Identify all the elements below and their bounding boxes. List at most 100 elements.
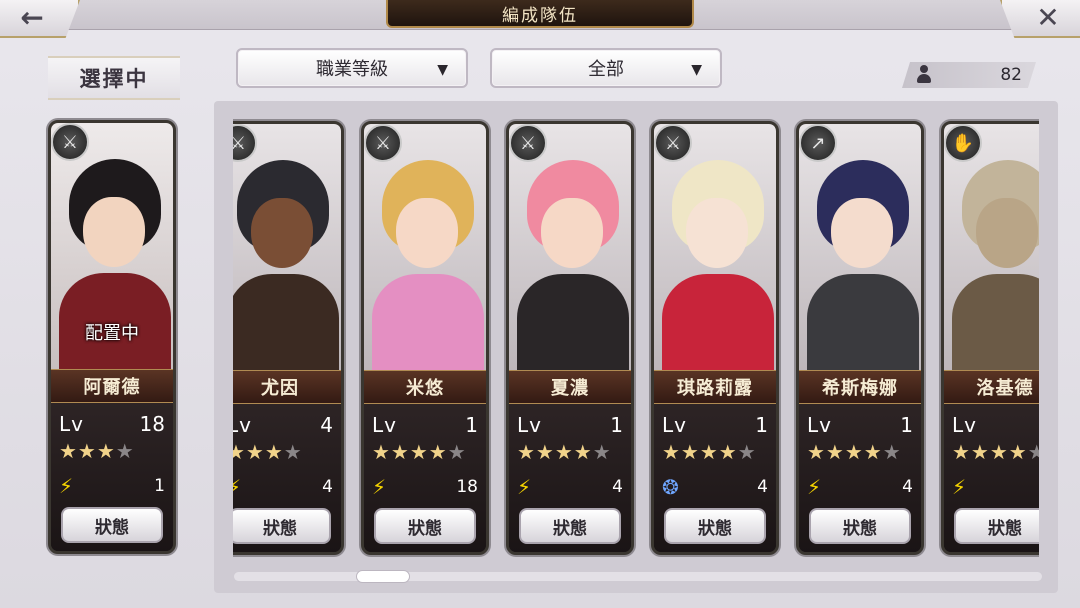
back-button[interactable]: ← — [0, 0, 80, 38]
level-label: Lv — [372, 413, 397, 437]
element-row: ⚡ 1 — [59, 471, 165, 501]
character-portrait — [233, 124, 341, 384]
character-name: 希斯梅娜 — [799, 370, 921, 404]
selected-character-card[interactable]: ⚔ 配置中 阿爾德 Lv 18 ★★★★ ⚡ 1 狀態 — [48, 120, 176, 554]
level-row: Lv 1 — [517, 410, 623, 440]
star-icons-empty: ★ — [1028, 440, 1039, 464]
level-value: 1 — [465, 413, 478, 437]
character-info: Lv 1 ★★★★★ ❂ 4 狀態 — [654, 404, 776, 552]
level-value: 1 — [755, 413, 768, 437]
character-card[interactable]: ⚔ 尤因 Lv 4 ★★★★ ⚡ 4 狀態 — [233, 121, 344, 555]
star-icons-filled: ★★★★ — [517, 440, 593, 464]
character-card[interactable]: ⚔ 琪路莉露 Lv 1 ★★★★★ ❂ 4 狀態 — [651, 121, 779, 555]
unit-count: 82 — [1000, 65, 1022, 85]
element-count: 18 — [456, 477, 478, 497]
element-icon: ⚡ — [372, 475, 387, 499]
element-icon: ⚡ — [59, 474, 74, 498]
status-button[interactable]: 狀態 — [809, 508, 911, 544]
element-row: ❂ 4 — [662, 472, 768, 502]
portrait-body — [233, 274, 339, 384]
character-name: 米悠 — [364, 370, 486, 404]
level-row: Lv 1 — [662, 410, 768, 440]
character-info: Lv 4 ★★★★ ⚡ 4 狀態 — [233, 404, 341, 552]
star-icons-filled: ★★★ — [59, 439, 116, 463]
level-label: Lv — [807, 413, 832, 437]
status-button[interactable]: 狀態 — [374, 508, 476, 544]
portrait-face — [976, 198, 1038, 268]
portrait-body — [952, 274, 1039, 384]
character-info: Lv 1 ★★★★★ ⚡ 4 狀態 — [944, 404, 1039, 552]
class-icon: ⚔ — [364, 124, 402, 162]
element-row: ⚡ 18 — [372, 472, 478, 502]
rarity-stars: ★★★★★ — [372, 440, 467, 464]
element-icon: ⚡ — [807, 475, 822, 499]
star-icons-empty: ★ — [882, 440, 902, 464]
level-row: Lv 1 — [952, 410, 1039, 440]
character-card[interactable]: ✋ 洛基德 Lv 1 ★★★★★ ⚡ 4 狀態 — [941, 121, 1039, 555]
rarity-stars: ★★★★ — [59, 439, 135, 463]
star-icons-filled: ★★★★ — [952, 440, 1028, 464]
level-value: 1 — [900, 413, 913, 437]
element-row: ⚡ 4 — [517, 472, 623, 502]
level-value: 1 — [610, 413, 623, 437]
element-row: ⚡ 4 — [233, 472, 333, 502]
deployed-label: 配置中 — [85, 323, 139, 344]
element-row: ⚡ 4 — [952, 472, 1039, 502]
portrait-face — [396, 198, 458, 268]
rarity-stars: ★★★★★ — [807, 440, 902, 464]
class-icon: ⚔ — [654, 124, 692, 162]
element-row: ⚡ 4 — [807, 472, 913, 502]
scrollbar-thumb[interactable] — [356, 570, 410, 583]
filter-dropdown-label: 全部 — [588, 59, 624, 80]
job-level-dropdown[interactable]: 職業等級 ▼ — [236, 48, 468, 88]
status-button[interactable]: 狀態 — [519, 508, 621, 544]
character-card[interactable]: ↗ 希斯梅娜 Lv 1 ★★★★★ ⚡ 4 狀態 — [796, 121, 924, 555]
level-value: 18 — [139, 412, 165, 436]
star-icons-empty: ★ — [447, 440, 467, 464]
portrait-body — [807, 274, 919, 384]
class-icon: ⚔ — [51, 123, 89, 161]
character-name: 洛基德 — [944, 370, 1039, 404]
level-label: Lv — [233, 413, 252, 437]
close-button[interactable]: ✕ — [1000, 0, 1080, 38]
portrait-face — [83, 197, 145, 267]
rarity-stars: ★★★★★ — [517, 440, 612, 464]
character-name: 夏濃 — [509, 370, 631, 404]
character-portrait — [944, 124, 1039, 384]
character-info: Lv 1 ★★★★★ ⚡ 4 狀態 — [799, 404, 921, 552]
character-info: Lv 18 ★★★★ ⚡ 1 狀態 — [51, 403, 173, 551]
level-label: Lv — [952, 413, 977, 437]
class-icon: ↗ — [799, 124, 837, 162]
star-icons-empty: ★ — [115, 439, 135, 463]
portrait-body — [517, 274, 629, 384]
status-button[interactable]: 狀態 — [61, 507, 163, 543]
character-card[interactable]: ⚔ 米悠 Lv 1 ★★★★★ ⚡ 18 狀態 — [361, 121, 489, 555]
character-name: 尤因 — [233, 370, 341, 404]
level-value: 4 — [320, 413, 333, 437]
character-card[interactable]: ⚔ 夏濃 Lv 1 ★★★★★ ⚡ 4 狀態 — [506, 121, 634, 555]
back-arrow-icon: ← — [20, 1, 44, 34]
screen-title: 編成隊伍 — [386, 0, 694, 28]
filter-dropdown[interactable]: 全部 ▼ — [490, 48, 722, 88]
element-icon: ❂ — [662, 475, 679, 499]
status-button[interactable]: 狀態 — [233, 508, 331, 544]
chevron-down-icon: ▼ — [437, 62, 448, 78]
portrait-face — [251, 198, 313, 268]
portrait-body — [372, 274, 484, 384]
level-row: Lv 18 — [59, 409, 165, 439]
person-icon — [916, 65, 932, 85]
level-label: Lv — [59, 412, 84, 436]
star-icons-empty: ★ — [592, 440, 612, 464]
level-label: Lv — [662, 413, 687, 437]
level-row: Lv 4 — [233, 410, 333, 440]
selecting-tab[interactable]: 選擇中 — [48, 56, 180, 100]
chevron-down-icon: ▼ — [691, 62, 702, 78]
star-icons-filled: ★★★★ — [662, 440, 738, 464]
rarity-stars: ★★★★★ — [662, 440, 757, 464]
level-row: Lv 1 — [807, 410, 913, 440]
status-button[interactable]: 狀態 — [954, 508, 1039, 544]
status-button[interactable]: 狀態 — [664, 508, 766, 544]
portrait-face — [831, 198, 893, 268]
close-icon: ✕ — [1036, 1, 1060, 34]
character-list[interactable]: ⚔ 尤因 Lv 4 ★★★★ ⚡ 4 狀態 — [233, 115, 1039, 565]
